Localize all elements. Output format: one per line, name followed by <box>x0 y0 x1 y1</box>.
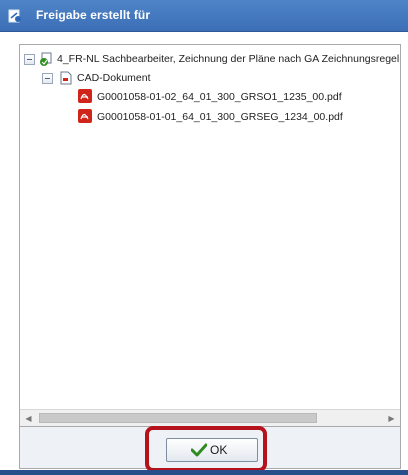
scrollbar-thumb[interactable] <box>39 413 317 423</box>
collapse-toggle[interactable] <box>42 73 53 84</box>
pdf-icon <box>78 109 92 123</box>
dialog-title-bar: Freigabe erstellt für <box>0 0 408 32</box>
tree-node-cad-document[interactable]: CAD-Dokument <box>20 70 400 88</box>
ok-button-label: OK <box>210 443 228 457</box>
cad-document-label: CAD-Dokument <box>77 72 151 84</box>
horizontal-scrollbar[interactable]: ◀ ▶ <box>20 409 400 426</box>
check-icon <box>191 443 207 457</box>
cad-document-icon <box>60 71 72 85</box>
scroll-right-icon[interactable]: ▶ <box>383 410 400 426</box>
root-node-label: 4_FR-NL Sachbearbeiter, Zeichnung der Pl… <box>57 53 401 65</box>
dialog-title: Freigabe erstellt für <box>36 8 151 22</box>
window-bottom-border <box>0 470 408 475</box>
file-label: G0001058-01-02_64_01_300_GRSO1_1235_00.p… <box>97 91 342 103</box>
collapse-toggle[interactable] <box>24 54 35 65</box>
release-icon <box>8 9 21 23</box>
workflow-role-icon <box>40 52 52 66</box>
scroll-left-icon[interactable]: ◀ <box>20 410 37 426</box>
release-dialog: Freigabe erstellt für 4_FR-NL Sachbearbe… <box>0 0 408 475</box>
tree-node-file[interactable]: G0001058-01-01_64_01_300_GRSEG_1234_00.p… <box>20 109 400 127</box>
pdf-icon <box>78 89 92 103</box>
file-label: G0001058-01-01_64_01_300_GRSEG_1234_00.p… <box>97 111 343 123</box>
tree-panel[interactable]: 4_FR-NL Sachbearbeiter, Zeichnung der Pl… <box>19 44 401 427</box>
tree-node-file[interactable]: G0001058-01-02_64_01_300_GRSO1_1235_00.p… <box>20 89 400 107</box>
tree-node-root[interactable]: 4_FR-NL Sachbearbeiter, Zeichnung der Pl… <box>20 51 401 69</box>
ok-button[interactable]: OK <box>166 438 258 462</box>
